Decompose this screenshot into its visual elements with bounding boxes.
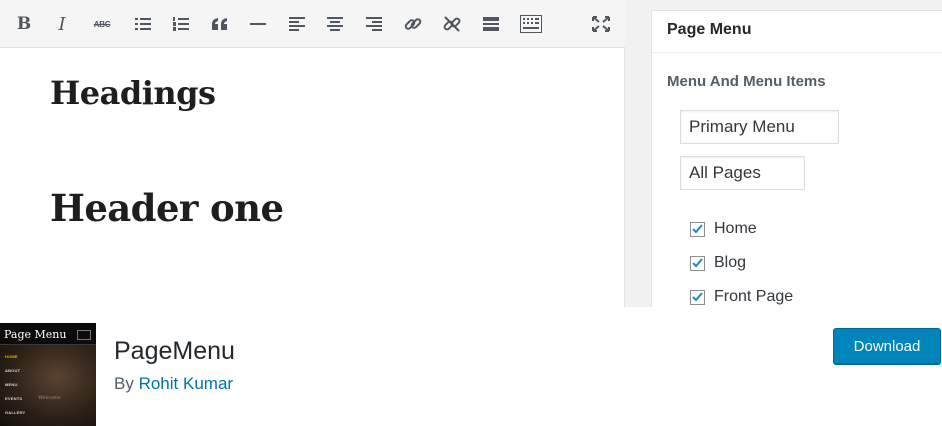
panel-title: Page Menu bbox=[667, 21, 752, 38]
page-menu-panel: Page Menu Menu And Menu Items Primary Me… bbox=[651, 10, 942, 307]
italic-glyph: I bbox=[58, 13, 66, 35]
thumbnail-menu-item: GALLERY bbox=[5, 410, 26, 415]
bold-glyph: B bbox=[16, 14, 32, 34]
menu-item-blog[interactable]: Blog bbox=[690, 254, 746, 272]
thumbnail-title: Page Menu bbox=[4, 328, 67, 341]
panel-divider bbox=[652, 52, 942, 53]
plugin-thumbnail[interactable]: Page Menu HOME ABOUT MENU EVENTS GALLERY… bbox=[0, 323, 96, 426]
thumbnail-header: Page Menu bbox=[0, 323, 96, 345]
read-more-icon[interactable] bbox=[479, 12, 503, 36]
section-label: Menu And Menu Items bbox=[667, 73, 826, 90]
insert-link-icon[interactable] bbox=[401, 12, 425, 36]
by-prefix: By bbox=[114, 374, 134, 393]
remove-link-icon[interactable] bbox=[440, 12, 464, 36]
heading-headings: Headings bbox=[50, 74, 216, 112]
italic-icon[interactable]: I bbox=[50, 12, 74, 36]
menu-item-label: Blog bbox=[714, 254, 747, 271]
align-left-icon[interactable] bbox=[285, 12, 309, 36]
checkbox-blog[interactable] bbox=[690, 255, 705, 271]
thumbnail-menu-item: EVENTS bbox=[5, 396, 23, 401]
checkbox-home[interactable] bbox=[690, 221, 705, 237]
strike-glyph: ABC bbox=[93, 19, 111, 29]
toolbar-toggle-icon[interactable] bbox=[519, 12, 543, 36]
menu-item-front-page[interactable]: Front Page bbox=[690, 288, 793, 306]
blockquote-icon[interactable] bbox=[208, 12, 232, 36]
pages-select[interactable]: All Pages bbox=[680, 156, 805, 190]
menu-select[interactable]: Primary Menu bbox=[680, 110, 839, 144]
checkbox-front-page[interactable] bbox=[690, 289, 705, 305]
align-center-icon[interactable] bbox=[323, 12, 347, 36]
heading-header-one: Header one bbox=[50, 186, 284, 230]
strikethrough-icon[interactable]: ABC bbox=[90, 12, 114, 36]
numbered-list-icon[interactable] bbox=[169, 12, 193, 36]
bold-icon[interactable]: B bbox=[12, 12, 36, 36]
horizontal-line-icon[interactable] bbox=[246, 12, 270, 36]
editor-panel: B I ABC Headings Header one bbox=[0, 0, 625, 307]
plugin-banner: B I ABC Headings Header one Page Menu Me… bbox=[0, 0, 942, 307]
plugin-byline: By Rohit Kumar bbox=[114, 374, 233, 394]
download-button[interactable]: Download bbox=[833, 328, 941, 364]
author-link[interactable]: Rohit Kumar bbox=[139, 374, 233, 393]
plugin-name[interactable]: PageMenu bbox=[114, 337, 235, 366]
thumbnail-menu-item: MENU bbox=[5, 382, 18, 387]
thumbnail-welcome: Welcome bbox=[38, 395, 61, 401]
thumbnail-menu-item: ABOUT bbox=[5, 368, 21, 373]
fullscreen-icon[interactable] bbox=[589, 12, 613, 36]
align-right-icon[interactable] bbox=[362, 12, 386, 36]
menu-item-label: Home bbox=[714, 220, 757, 237]
editor-toolbar: B I ABC bbox=[0, 0, 625, 48]
menu-item-home[interactable]: Home bbox=[690, 220, 757, 238]
thumbnail-menu-item: HOME bbox=[5, 354, 18, 359]
bullet-list-icon[interactable] bbox=[131, 12, 155, 36]
menu-item-label: Front Page bbox=[714, 288, 794, 305]
hamburger-icon bbox=[77, 330, 91, 340]
